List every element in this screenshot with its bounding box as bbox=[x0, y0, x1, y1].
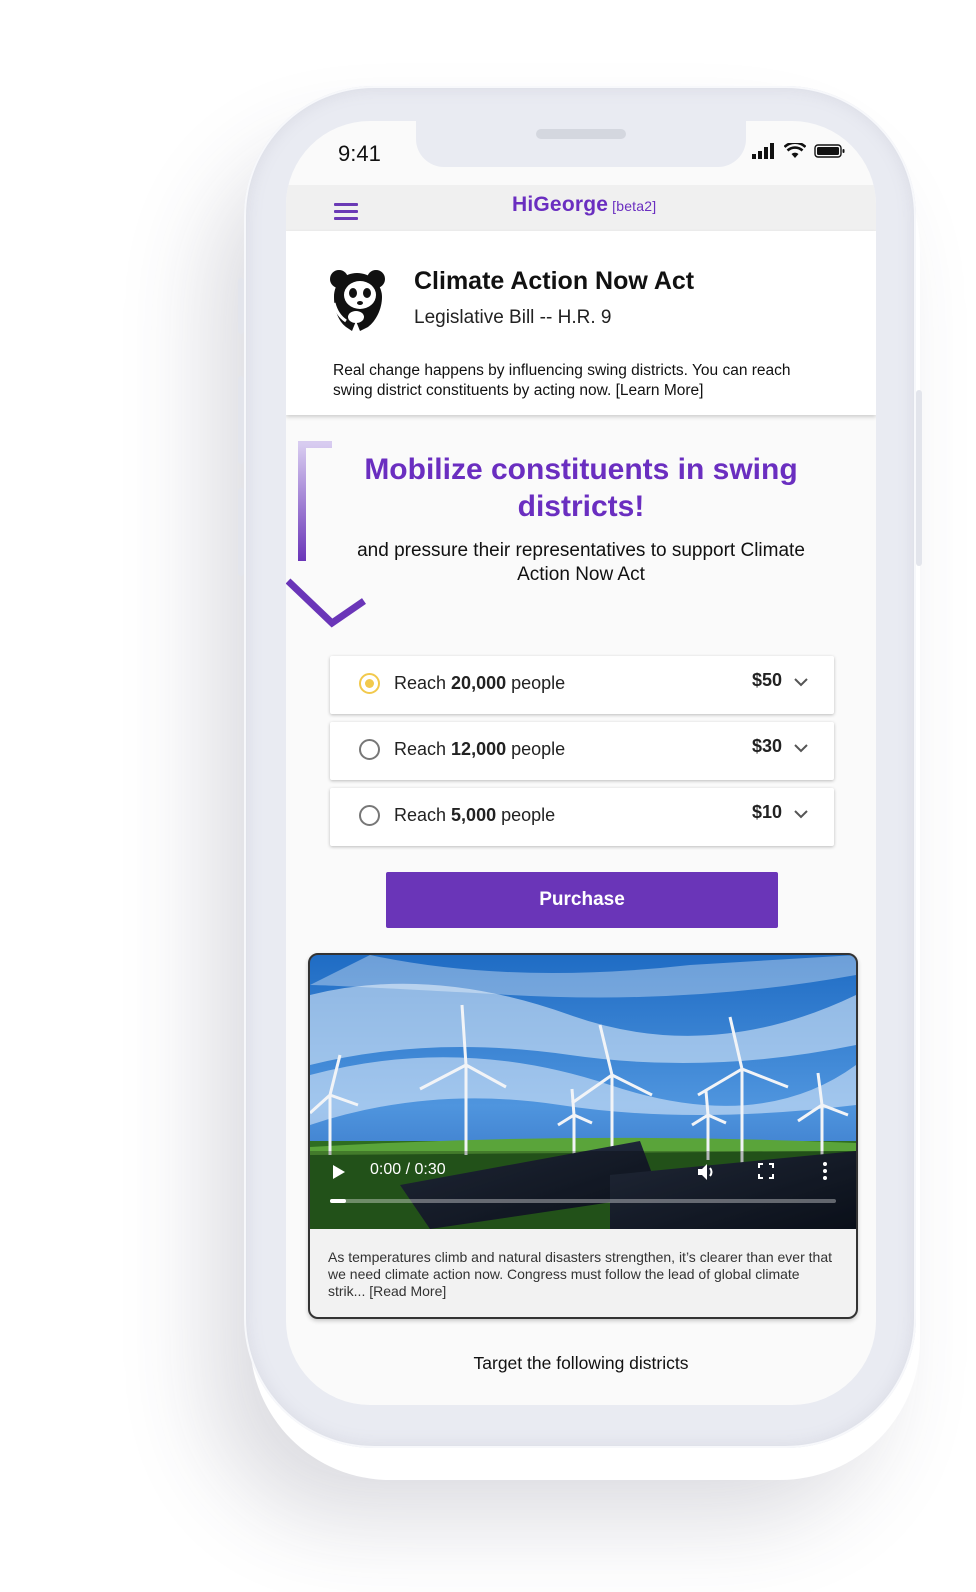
video-progress-bar[interactable] bbox=[330, 1199, 836, 1203]
mute-switch bbox=[238, 278, 244, 334]
option-label: Reach 12,000 people bbox=[394, 739, 566, 759]
video-time: 0:00 / 0:30 bbox=[370, 1161, 446, 1178]
target-districts-label: Target the following districts bbox=[473, 1353, 689, 1373]
radio-unselected[interactable] bbox=[359, 739, 380, 760]
radio-selected[interactable] bbox=[359, 673, 380, 694]
reach-option-5000[interactable]: Reach 5,000 people $10 bbox=[330, 788, 834, 846]
notch bbox=[416, 121, 746, 167]
reach-option-20000[interactable]: Reach 20,000 people $50 bbox=[330, 656, 834, 714]
speaker bbox=[536, 129, 626, 139]
video-player[interactable]: 0:00 / 0:30 bbox=[310, 955, 856, 1229]
status-time: 9:41 bbox=[338, 141, 381, 166]
bill-description: Real change happens by influencing swing… bbox=[333, 362, 791, 399]
fullscreen-icon[interactable] bbox=[757, 1162, 775, 1180]
bill-card: Climate Action Now Act Legislative Bill … bbox=[286, 231, 876, 415]
bill-title: Climate Action Now Act bbox=[414, 267, 695, 295]
power-button bbox=[916, 390, 922, 566]
chevron-down-icon[interactable] bbox=[794, 678, 808, 687]
app-bar: HiGeorge [beta2] bbox=[286, 185, 876, 231]
progress-fill bbox=[330, 1199, 346, 1203]
signal-icon bbox=[752, 143, 774, 159]
reach-option-12000[interactable]: Reach 12,000 people $30 bbox=[330, 722, 834, 780]
option-price: $50 bbox=[751, 670, 782, 690]
campaign-headline: Mobilize constituents in swing districts… bbox=[364, 453, 798, 523]
volume-up-button bbox=[238, 376, 244, 464]
purchase-button[interactable]: Purchase bbox=[386, 872, 778, 928]
option-price: $30 bbox=[751, 736, 782, 756]
chevron-down-icon[interactable] bbox=[794, 744, 808, 753]
option-label: Reach 20,000 people bbox=[394, 673, 566, 693]
status-icons bbox=[752, 143, 846, 159]
option-label: Reach 5,000 people bbox=[394, 805, 556, 825]
option-price: $10 bbox=[751, 802, 782, 822]
app-logo[interactable]: HiGeorge [beta2] bbox=[512, 193, 656, 217]
panda-logo-icon bbox=[330, 270, 385, 331]
more-options-icon[interactable] bbox=[822, 1161, 828, 1181]
radio-unselected[interactable] bbox=[359, 805, 380, 826]
chevron-down-icon[interactable] bbox=[794, 810, 808, 819]
video-card: 0:00 / 0:30 As temperatures climb and na… bbox=[308, 953, 858, 1319]
play-icon[interactable] bbox=[332, 1164, 346, 1180]
volume-down-button bbox=[238, 488, 244, 576]
video-controls: 0:00 / 0:30 bbox=[310, 1151, 856, 1229]
battery-icon bbox=[814, 144, 845, 158]
phone-screen: 9:41 HiGeorge [beta2] Climate Action Now… bbox=[286, 121, 876, 1405]
hamburger-menu-icon[interactable] bbox=[334, 203, 358, 220]
beta-badge: [beta2] bbox=[612, 198, 657, 214]
bill-subtitle: Legislative Bill -- H.R. 9 bbox=[414, 307, 612, 328]
reach-options: Reach 20,000 people $50 Reach 12,000 peo… bbox=[330, 656, 834, 854]
wifi-icon bbox=[784, 143, 806, 158]
volume-icon[interactable] bbox=[696, 1162, 718, 1182]
campaign-subline: and pressure their representatives to su… bbox=[357, 540, 805, 585]
logo-text: HiGeorge bbox=[512, 193, 609, 216]
video-description: As temperatures climb and natural disast… bbox=[328, 1249, 832, 1299]
